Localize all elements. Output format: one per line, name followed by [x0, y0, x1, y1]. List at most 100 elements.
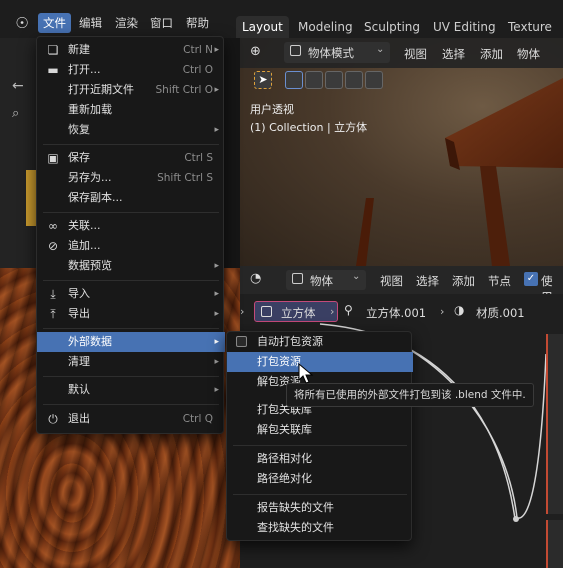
breadcrumb-material[interactable]: 材质.001 — [476, 305, 525, 321]
tab-layout[interactable]: Layout — [236, 16, 289, 38]
menu-item-import[interactable]: ⤓ 导入 ▸ — [37, 284, 225, 304]
submenu-arrow-icon: ▸ — [214, 385, 219, 395]
submenu-arrow-icon: ▸ — [214, 309, 219, 319]
chevron-down-icon: ⌄ — [376, 44, 385, 55]
menu-item-save-copy[interactable]: 保存副本... — [37, 188, 225, 208]
principled-node[interactable] — [546, 334, 563, 514]
tab-sculpting[interactable]: Sculpting — [358, 16, 426, 38]
menu-item-label: 重新加载 — [68, 103, 112, 116]
menu-item-open[interactable]: ▬ 打开... Ctrl O — [37, 60, 225, 80]
submenu-item-make-absolute[interactable]: 路径绝对化 — [227, 469, 413, 489]
menu-item-shortcut: Ctrl S — [184, 152, 213, 164]
select-intersect-icon[interactable] — [365, 71, 383, 89]
menu-item-defaults[interactable]: 默认 ▸ — [37, 380, 225, 400]
folder-open-icon: ▬ — [47, 63, 59, 77]
menu-item-quit[interactable]: ⏻ 退出 Ctrl Q — [37, 409, 225, 429]
menu-edit[interactable]: 编辑 — [74, 13, 107, 33]
file-menu: ❏ 新建 Ctrl N ▸ ▬ 打开... Ctrl O 打开近期文件 Shif… — [36, 36, 225, 434]
menu-item-revert[interactable]: 重新加载 — [37, 100, 225, 120]
menu-item-new[interactable]: ❏ 新建 Ctrl N ▸ — [37, 40, 225, 60]
transform-gizmo-icon[interactable]: ⊕ — [250, 44, 261, 59]
menu-window[interactable]: 窗口 — [145, 13, 178, 33]
save-icon: ▣ — [47, 151, 59, 165]
tab-modeling[interactable]: Modeling — [292, 16, 359, 38]
vp-menu-select[interactable]: 选择 — [442, 46, 465, 62]
submenu-arrow-icon: ▸ — [214, 85, 219, 95]
power-icon: ⏻ — [48, 412, 58, 426]
chevron-down-icon: ⌄ — [352, 271, 361, 282]
chevron-right-icon: › — [440, 305, 445, 318]
node-menu-select[interactable]: 选择 — [416, 273, 439, 289]
back-arrow-icon[interactable]: ← — [12, 78, 24, 94]
menu-help[interactable]: 帮助 — [181, 13, 214, 33]
object-dropdown[interactable]: 物体 ⌄ — [286, 270, 366, 290]
vp-menu-object[interactable]: 物体 — [517, 46, 540, 62]
breadcrumb-mesh[interactable]: 立方体.001 — [366, 305, 426, 321]
menu-item-shortcut: Shift Ctrl S — [157, 172, 213, 184]
select-invert-icon[interactable] — [345, 71, 363, 89]
menu-item-clean-up[interactable]: 清理 ▸ — [37, 352, 225, 372]
object-type-icon — [292, 273, 303, 284]
menu-item-shortcut: Shift Ctrl O — [155, 84, 214, 96]
editor-type-icon[interactable]: ◔ — [250, 271, 261, 286]
menu-render[interactable]: 渲染 — [110, 13, 143, 33]
menu-item-label: 另存为... — [68, 171, 112, 184]
vp-menu-view[interactable]: 视图 — [404, 46, 427, 62]
node-menu-view[interactable]: 视图 — [380, 273, 403, 289]
submenu-item-autopack[interactable]: 自动打包资源 — [227, 332, 413, 352]
mode-dropdown[interactable]: 物体模式 ⌄ — [284, 42, 390, 63]
viewport-header: ⊕ 物体模式 ⌄ 视图 选择 添加 物体 — [240, 38, 563, 68]
perspective-label: 用户透视 — [250, 103, 294, 116]
menu-item-save-as[interactable]: 另存为... Shift Ctrl S — [37, 168, 225, 188]
breadcrumb-object[interactable]: 立方体 — [254, 301, 338, 322]
menu-item-shortcut: Ctrl O — [182, 64, 213, 76]
cube-icon — [261, 306, 272, 317]
menu-item-append[interactable]: ⊘ 追加... — [37, 236, 225, 256]
menu-item-save[interactable]: ▣ 保存 Ctrl S — [37, 148, 225, 168]
node-menu-node[interactable]: 节点 — [488, 273, 511, 289]
submenu-item-label: 打包资源 — [257, 355, 301, 368]
submenu-item-report-missing[interactable]: 报告缺失的文件 — [227, 498, 413, 518]
folder-icon — [26, 170, 36, 226]
object-mode-icon — [290, 45, 301, 56]
menu-item-open-recent[interactable]: 打开近期文件 Shift Ctrl O ▸ — [37, 80, 225, 100]
menu-separator — [233, 445, 407, 446]
menu-item-recover[interactable]: 恢复 ▸ — [37, 120, 225, 140]
menu-item-export[interactable]: ⤒ 导出 ▸ — [37, 304, 225, 324]
submenu-item-make-relative[interactable]: 路径相对化 — [227, 449, 413, 469]
search-icon[interactable]: ⌕ — [12, 106, 19, 121]
tab-uv-editing[interactable]: UV Editing — [427, 16, 502, 38]
node-menu-add[interactable]: 添加 — [452, 273, 475, 289]
menu-item-label: 追加... — [68, 239, 101, 252]
output-node[interactable] — [546, 520, 563, 568]
select-box-icon[interactable] — [285, 71, 303, 89]
blender-logo-icon[interactable]: ☉ — [12, 14, 32, 32]
mesh-data-icon: ⚲ — [344, 303, 353, 317]
menu-item-external-data[interactable]: 外部数据 ▸ — [37, 332, 225, 352]
submenu-arrow-icon: ▸ — [214, 45, 219, 55]
export-icon: ⤒ — [50, 307, 56, 321]
material-icon: ◑ — [454, 303, 465, 317]
tab-texture-paint[interactable]: Texture Pa — [502, 16, 563, 56]
menu-file[interactable]: 文件 — [38, 13, 71, 33]
submenu-item-unpack-linked[interactable]: 解包关联库 — [227, 420, 413, 440]
select-extend-icon[interactable] — [305, 71, 323, 89]
collection-label: (1) Collection | 立方体 — [250, 121, 368, 134]
submenu-arrow-icon: ▸ — [214, 261, 219, 271]
submenu-item-pack-resources[interactable]: 打包资源 — [227, 352, 413, 372]
checkbox[interactable] — [236, 336, 247, 347]
submenu-item-find-missing[interactable]: 查找缺失的文件 — [227, 518, 413, 538]
submenu-item-label: 报告缺失的文件 — [257, 501, 334, 514]
menu-item-link[interactable]: ∞ 关联... — [37, 216, 225, 236]
breadcrumb-object-label: 立方体 — [281, 306, 316, 320]
menu-item-label: 外部数据 — [68, 335, 112, 348]
use-nodes-checkbox[interactable]: ✓ — [524, 272, 538, 286]
select-subtract-icon[interactable] — [325, 71, 343, 89]
menu-item-label: 保存 — [68, 151, 90, 164]
menu-item-shortcut: Ctrl Q — [182, 413, 213, 425]
menu-item-data-previews[interactable]: 数据预览 ▸ — [37, 256, 225, 276]
menu-item-label: 打开近期文件 — [68, 83, 134, 96]
submenu-item-label: 解包关联库 — [257, 423, 312, 436]
vp-menu-add[interactable]: 添加 — [480, 46, 503, 62]
select-cursor-icon[interactable]: ➤ — [254, 71, 272, 89]
